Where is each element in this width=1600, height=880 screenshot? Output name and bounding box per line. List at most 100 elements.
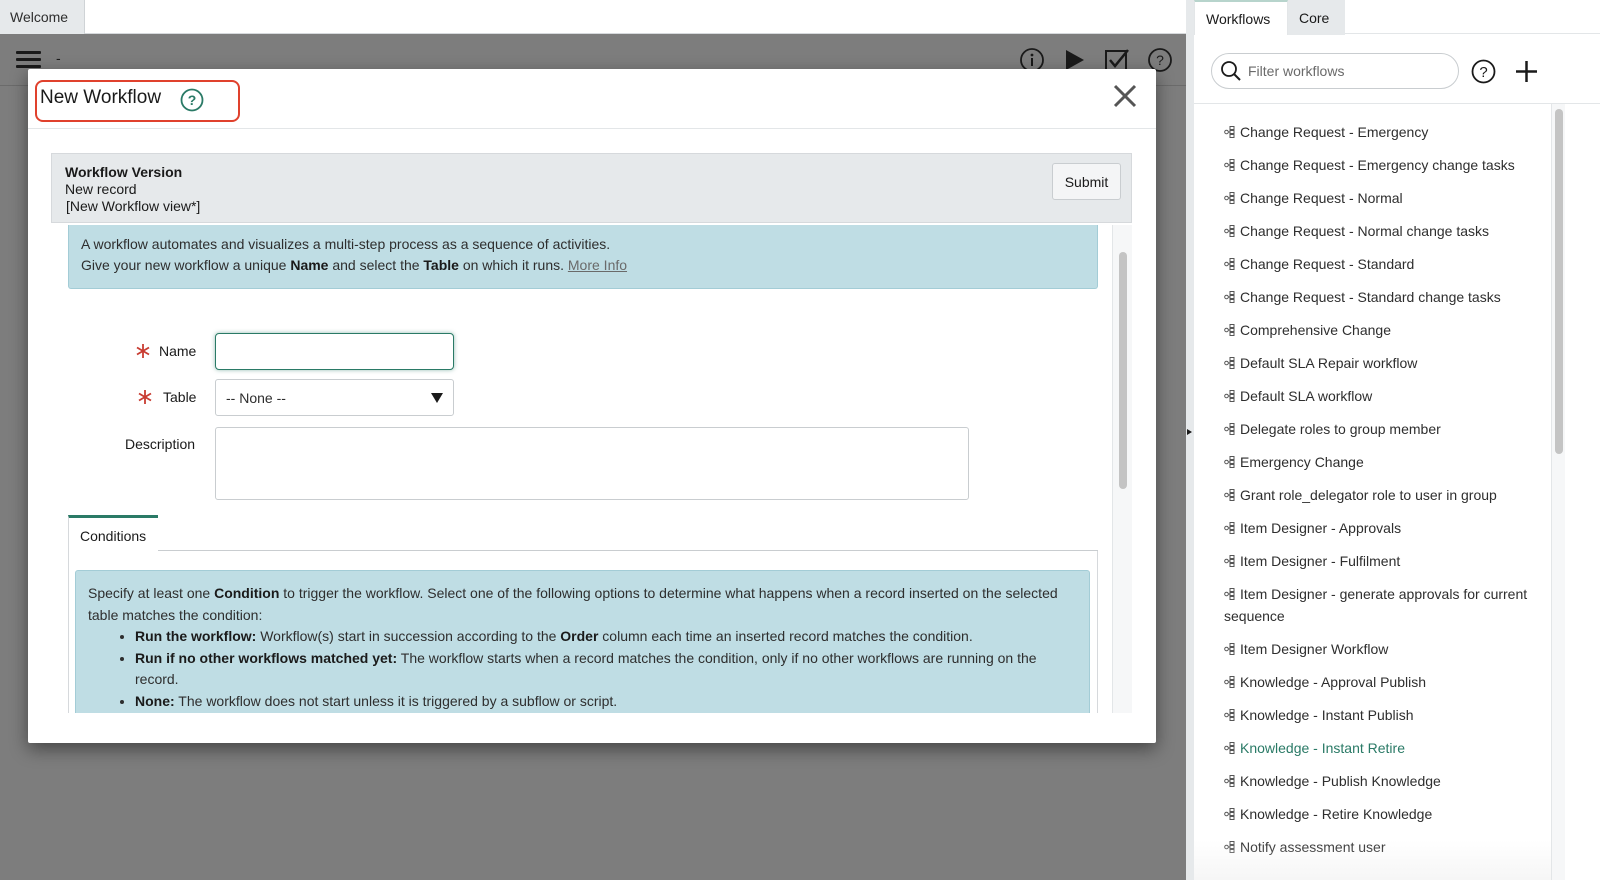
workflow-icon: [1224, 676, 1235, 688]
intro-name-bold: Name: [290, 257, 329, 273]
option-title: None:: [135, 692, 175, 709]
workflow-label: Notify assessment user: [1240, 839, 1386, 855]
workflow-list-item[interactable]: Delegate roles to group member: [1224, 418, 1544, 440]
new-workflow-dialog: New Workflow ? Workflow Version New reco…: [28, 69, 1156, 743]
condition-option: Run if no other workflows matched yet: T…: [135, 648, 1077, 691]
tab-workflows-label: Workflows: [1206, 10, 1271, 27]
workflow-list-item[interactable]: Change Request - Standard: [1224, 253, 1544, 275]
tab-welcome-label: Welcome: [10, 9, 69, 25]
workflow-list-item[interactable]: Change Request - Normal change tasks: [1224, 220, 1544, 242]
submit-button[interactable]: Submit: [1052, 163, 1121, 200]
workflow-list-item[interactable]: Item Designer Workflow: [1224, 638, 1544, 660]
workflow-list-item[interactable]: Knowledge - Instant Publish: [1224, 704, 1544, 726]
collapse-arrow-icon[interactable]: [1187, 429, 1192, 435]
help-circle-icon[interactable]: ?: [180, 88, 204, 112]
dropdown-arrow-icon: [431, 392, 443, 403]
workflow-list-item[interactable]: Knowledge - Instant Retire: [1224, 737, 1544, 759]
workflow-list-scrollbar[interactable]: [1551, 104, 1565, 880]
workflow-icon: [1224, 159, 1235, 171]
workflow-icon: [1224, 555, 1235, 567]
workflow-list-item[interactable]: Comprehensive Change: [1224, 319, 1544, 341]
workflow-label: Knowledge - Retire Knowledge: [1240, 806, 1433, 822]
workflow-label: Change Request - Standard: [1240, 256, 1415, 272]
more-info-link[interactable]: More Info: [568, 257, 627, 273]
search-icon: [1221, 61, 1241, 81]
tab-core[interactable]: Core: [1288, 0, 1345, 35]
workflow-list-item[interactable]: Emergency Change: [1224, 451, 1544, 473]
workflow-label: Knowledge - Instant Retire: [1240, 740, 1405, 756]
condition-option: Run the workflow: Workflow(s) start in s…: [135, 626, 1077, 648]
required-asterisk-icon: [138, 390, 152, 404]
workflow-icon: [1224, 489, 1235, 501]
tab-conditions[interactable]: Conditions: [68, 515, 158, 551]
filter-workflows-input[interactable]: [1248, 63, 1448, 79]
workflow-icon: [1224, 742, 1235, 754]
intro-text: and select the: [328, 257, 424, 273]
workflow-icon: [1224, 456, 1235, 468]
workflow-list-item[interactable]: Item Designer - Approvals: [1224, 517, 1544, 539]
form-scrollbar-thumb[interactable]: [1119, 252, 1127, 489]
option-bold: Order: [560, 628, 599, 644]
workflow-label: Default SLA Repair workflow: [1240, 355, 1418, 371]
workflow-list-item[interactable]: Item Designer - Fulfilment: [1224, 550, 1544, 572]
workflow-label: Default SLA workflow: [1240, 388, 1373, 404]
intro-text: Give your new workflow a unique: [81, 257, 291, 273]
workflow-icon: [1224, 192, 1235, 204]
filter-workflows-field[interactable]: [1211, 53, 1459, 89]
workflow-label: Change Request - Emergency: [1240, 124, 1429, 140]
option-title: Run if no other workflows matched yet:: [135, 649, 398, 666]
help-icon[interactable]: ?: [1471, 59, 1496, 84]
add-workflow-icon[interactable]: [1514, 59, 1539, 84]
workflow-list-item[interactable]: Change Request - Emergency: [1224, 121, 1544, 143]
workflow-list-item[interactable]: Default SLA Repair workflow: [1224, 352, 1544, 374]
workflow-label: Knowledge - Approval Publish: [1240, 674, 1427, 690]
workflow-list-item[interactable]: Default SLA workflow: [1224, 385, 1544, 407]
workflow-list-item[interactable]: Knowledge - Publish Knowledge: [1224, 770, 1544, 792]
condition-option: None: The workflow does not start unless…: [135, 691, 1077, 713]
table-select[interactable]: -- None --: [215, 379, 454, 416]
workflows-panel: Workflows Core ? Change Request - Emerge…: [1194, 0, 1600, 880]
tab-core-label: Core: [1299, 9, 1330, 26]
workflow-icon: [1224, 357, 1235, 369]
intro-line-2: Give your new workflow a unique Name and…: [81, 255, 1085, 276]
description-textarea[interactable]: [215, 427, 969, 500]
svg-text:?: ?: [188, 92, 197, 108]
workflow-icon: [1224, 841, 1235, 853]
workflow-list-item[interactable]: Knowledge - Approval Publish: [1224, 671, 1544, 693]
intro-text: on which it runs.: [458, 257, 568, 273]
tab-workflows[interactable]: Workflows: [1194, 0, 1288, 35]
option-title: Run the workflow:: [135, 628, 257, 644]
panel-splitter[interactable]: [1186, 0, 1194, 880]
workflow-label: Change Request - Normal: [1240, 190, 1403, 206]
version-title: Workflow Version: [65, 164, 183, 180]
menu-icon[interactable]: [16, 51, 41, 69]
workflow-list-item[interactable]: Change Request - Normal: [1224, 187, 1544, 209]
name-input[interactable]: [215, 333, 454, 370]
tab-conditions-label: Conditions: [80, 528, 147, 544]
workflow-list-item[interactable]: Item Designer - generate approvals for c…: [1224, 583, 1544, 627]
close-icon[interactable]: [1112, 83, 1138, 109]
workflow-list-scrollbar-thumb[interactable]: [1555, 109, 1563, 454]
workspace: Welcome Drawing Canvas -: [0, 0, 1186, 880]
workflow-label: Grant role_delegator role to user in gro…: [1240, 487, 1497, 503]
table-label: Table: [163, 389, 197, 405]
conditions-options-list: Run the workflow: Workflow(s) start in s…: [135, 626, 1077, 712]
cond-text: Specify at least one: [88, 585, 215, 601]
workflow-label: Item Designer - Approvals: [1240, 520, 1402, 536]
panel-tabbar: Workflows Core: [1194, 0, 1600, 35]
option-text: The workflow does not start unless it is…: [174, 692, 618, 709]
workflow-list-item[interactable]: Knowledge - Retire Knowledge: [1224, 803, 1544, 825]
workflow-list-item[interactable]: Notify assessment user: [1224, 836, 1544, 858]
required-asterisk-icon: [136, 344, 150, 358]
workflow-list-item[interactable]: Grant role_delegator role to user in gro…: [1224, 484, 1544, 506]
workflow-list-container: Change Request - Emergency Change Request…: [1194, 103, 1600, 880]
workflow-icon: [1224, 709, 1235, 721]
intro-table-bold: Table: [423, 257, 459, 273]
workflow-icon: [1224, 775, 1235, 787]
form-scrollbar[interactable]: [1112, 225, 1132, 713]
workflow-label: Knowledge - Publish Knowledge: [1240, 773, 1441, 789]
workflow-list-item[interactable]: Change Request - Emergency change tasks: [1224, 154, 1544, 176]
form-scroll-area: A workflow automates and visualizes a mu…: [51, 225, 1132, 713]
workflow-list-item[interactable]: Change Request - Standard change tasks: [1224, 286, 1544, 308]
tab-welcome[interactable]: Welcome: [0, 0, 85, 34]
